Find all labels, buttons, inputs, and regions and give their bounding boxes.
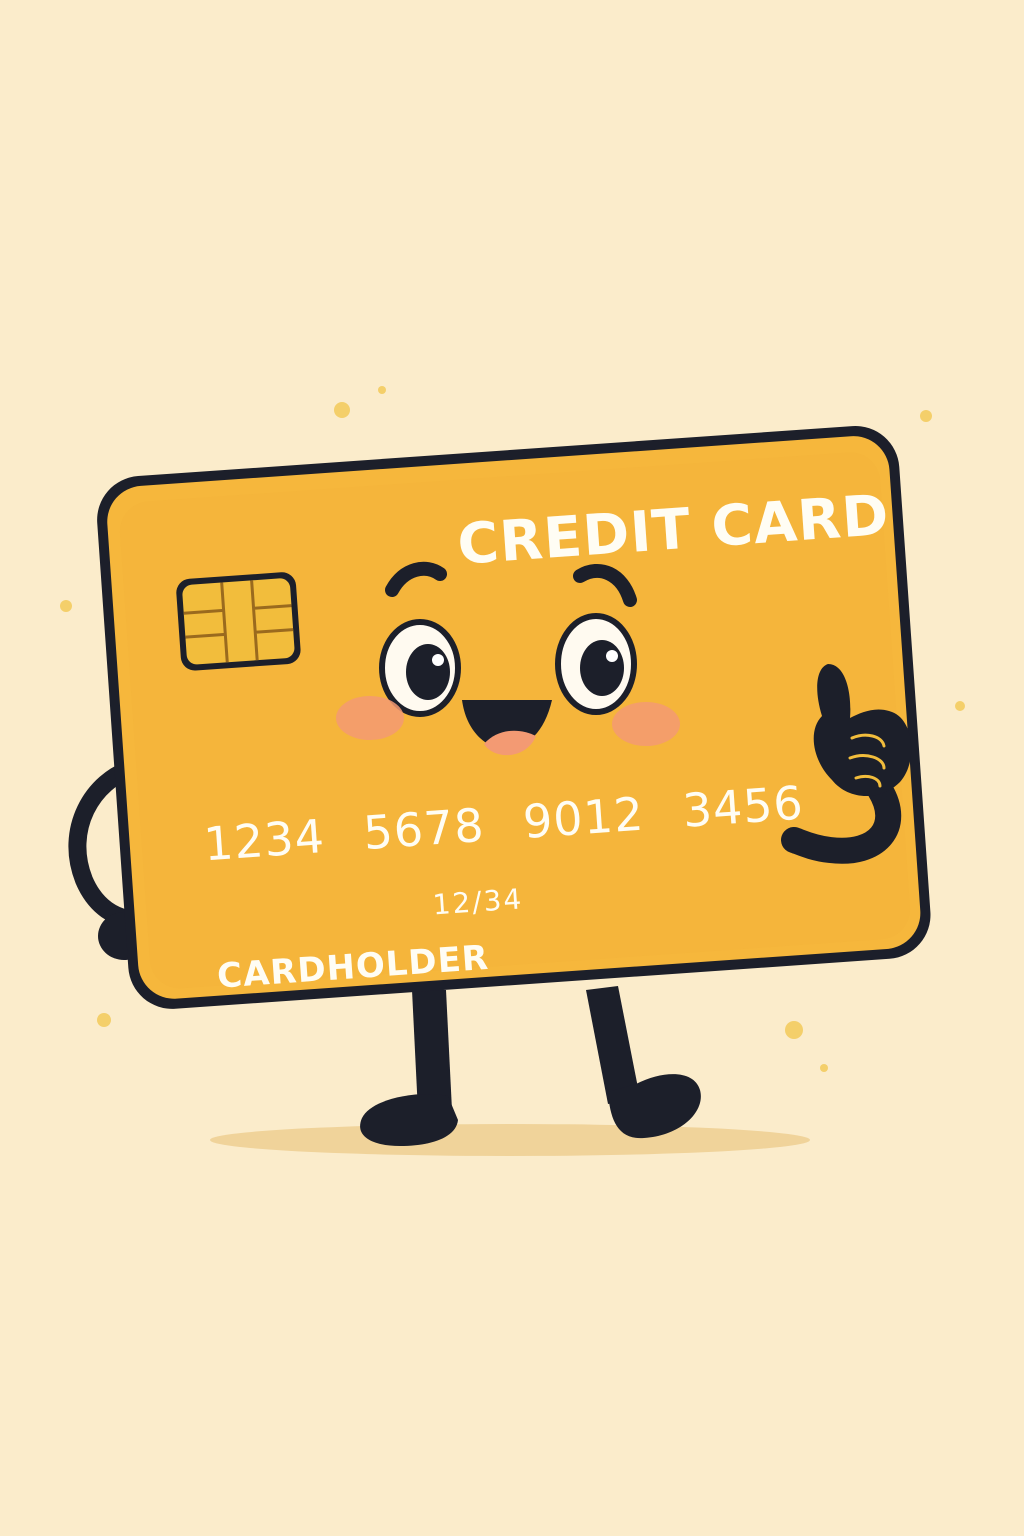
left-eye-glint	[432, 654, 444, 666]
left-pupil	[406, 644, 450, 700]
card-number-group-1: 1234	[202, 809, 327, 871]
card-number-group-2: 5678	[362, 798, 487, 860]
sparkle-dot-icon	[97, 1013, 111, 1027]
sparkle-dot-icon	[820, 1064, 828, 1072]
left-leg	[412, 990, 452, 1112]
card-number-group-3: 9012	[521, 787, 646, 849]
sparkle-dot-icon	[378, 386, 386, 394]
credit-card-mascot-illustration: CREDIT CARD 1234 5678 9012 3456 12/34 CA…	[0, 0, 1024, 1536]
sparkle-dot-icon	[60, 600, 72, 612]
left-cheek	[336, 696, 404, 740]
card-number-group-4: 3456	[681, 775, 806, 837]
card-expiry: 12/34	[432, 882, 525, 921]
sparkle-dot-icon	[334, 402, 350, 418]
sparkle-dot-icon	[955, 701, 965, 711]
right-cheek	[612, 702, 680, 746]
right-eye-glint	[606, 650, 618, 662]
emv-chip-icon	[176, 572, 301, 671]
sparkle-dot-icon	[920, 410, 932, 422]
sparkle-dot-icon	[785, 1021, 803, 1039]
right-pupil	[580, 640, 624, 696]
ground-shadow	[210, 1124, 810, 1156]
